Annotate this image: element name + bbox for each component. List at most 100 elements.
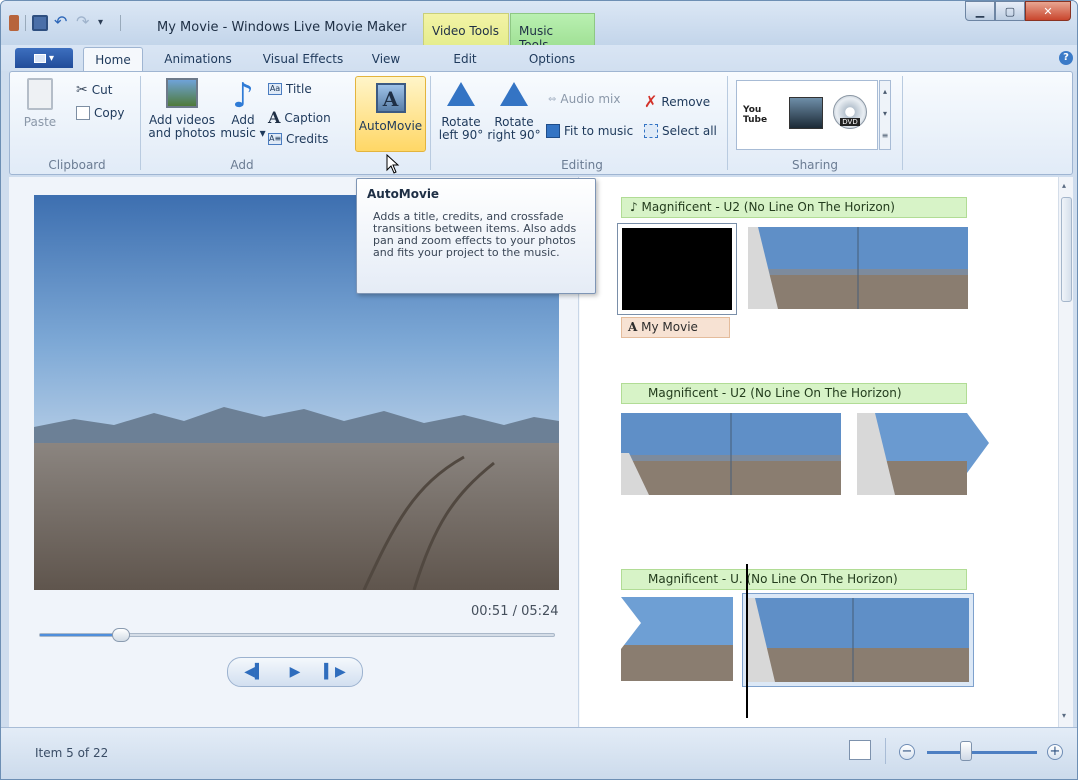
tab-animations[interactable]: Animations [156,47,240,71]
add-music-label-2: music ▾ [220,126,266,140]
tab-edit[interactable]: Edit [437,47,493,71]
automovie-button[interactable]: A AutoMovie [355,76,426,152]
scrollbar-thumb[interactable] [1061,197,1072,302]
minimize-button[interactable]: ▁ [965,1,995,21]
maximize-button[interactable]: ▢ [995,1,1025,21]
seek-bar-thumb[interactable] [112,628,130,642]
editing-group-label: Editing [561,158,603,172]
music-track-bar[interactable]: Magnificent - U. (No Line On The Horizon… [621,569,967,590]
video-clip[interactable] [621,413,841,495]
youtube-label: You Tube [743,105,781,125]
storyboard-view-icon[interactable] [849,740,871,760]
playback-controls: ◀▍ ▶ ▍▶ [227,657,363,687]
add-videos-label-2: and photos [148,126,216,140]
caption-bar[interactable]: A My Movie [621,317,730,338]
seek-bar[interactable] [39,628,555,642]
quick-access-toolbar: ↶ ↷ ▾ [9,14,121,31]
copy-button[interactable]: Copy [76,106,124,120]
help-icon[interactable]: ? [1059,51,1073,65]
remove-button[interactable]: ✗ Remove [644,92,710,111]
tooltip-body: Adds a title, credits, and crossfade tra… [373,210,577,259]
desert-thumbnail [621,597,733,681]
dvd-icon[interactable]: DVD [833,95,867,129]
dvd-label: DVD [840,118,860,126]
select-all-icon [644,124,658,138]
zoom-out-button[interactable]: − [899,744,915,760]
tab-options[interactable]: Options [513,47,591,71]
caption-button[interactable]: A Caption [268,108,331,127]
music-track-bar[interactable]: Magnificent - U2 (No Line On The Horizon… [621,383,967,404]
copy-icon [76,106,90,120]
gallery-scroll-buttons[interactable]: ▴ ▾ ≡ [879,80,891,150]
zoom-slider-thumb[interactable] [959,741,972,761]
paste-button[interactable]: Paste [18,78,62,129]
paste-label: Paste [23,115,57,129]
youtube-icon[interactable]: You Tube [743,105,781,125]
video-clip[interactable] [748,227,968,309]
title-icon: Aa [268,83,282,95]
customize-toolbar-icon[interactable]: ▾ [98,15,114,31]
music-track-bar[interactable]: ♪ Magnificent - U2 (No Line On The Horiz… [621,197,967,218]
next-frame-button[interactable]: ▍▶ [318,661,352,683]
add-music-button[interactable]: ♪ Add music ▾ [220,78,266,140]
remove-icon: ✗ [644,92,658,111]
desert-thumbnail [621,413,841,495]
tab-visual-effects[interactable]: Visual Effects [253,47,353,71]
music-tools-context: Music Tools [510,13,595,52]
save-icon[interactable] [32,15,48,31]
rotate-left-label-2: left 90° [438,128,484,142]
rotate-right-button[interactable]: Rotate right 90° [487,78,541,142]
window-controls: ▁ ▢ ✕ [965,1,1071,21]
storyboard-scrollbar[interactable]: ▴ ▾ [1058,177,1073,727]
tooltip-title: AutoMovie [367,187,440,201]
credits-button[interactable]: A≡ Credits [268,132,328,146]
audio-mix-button[interactable]: ⇔ Audio mix [548,92,620,106]
seek-bar-progress [40,634,121,636]
undo-icon[interactable]: ↶ [54,14,70,31]
previous-frame-button[interactable]: ◀▍ [238,661,272,683]
caption-label: Caption [284,110,331,125]
tab-view[interactable]: View [361,47,411,71]
clipboard-group-label: Clipboard [48,158,106,172]
fit-to-music-button[interactable]: Fit to music [546,124,633,138]
caption-icon: A [268,108,281,127]
play-button[interactable]: ▶ [278,661,312,683]
scroll-down-icon[interactable]: ▾ [1062,711,1066,720]
ribbon-tabs: ▾ Home Animations Visual Effects View Ed… [1,45,1077,71]
automovie-label: AutoMovie [358,119,423,133]
zoom-slider[interactable] [927,751,1037,754]
device-icon[interactable] [789,97,823,129]
audio-mix-label: Audio mix [560,92,621,106]
film-icon[interactable] [9,15,19,31]
title-button[interactable]: Aa Title [268,82,312,96]
copy-label: Copy [94,106,125,120]
app-menu-button[interactable]: ▾ [15,48,73,68]
status-bar: Item 5 of 22 − + [1,727,1077,779]
next-frame-icon: ▍▶ [324,664,346,680]
rotate-left-icon [447,82,475,106]
selected-video-clip[interactable] [742,593,974,687]
chevron-down-icon: ▾ [48,52,55,64]
storyboard: ♪ Magnificent - U2 (No Line On The Horiz… [580,177,1058,727]
cut-button[interactable]: ✂ Cut [76,82,112,98]
separator [885,738,886,764]
title-clip[interactable] [617,223,737,315]
select-all-button[interactable]: Select all [644,124,717,138]
add-videos-photos-button[interactable]: Add videos and photos [144,78,220,140]
close-button[interactable]: ✕ [1025,1,1071,21]
title-bar: ↶ ↷ ▾ My Movie - Windows Live Movie Make… [1,1,1077,52]
redo-icon[interactable]: ↷ [76,14,92,31]
video-tools-context: Video Tools [423,13,509,45]
menu-icon [33,53,46,63]
group-separator [430,76,431,170]
zoom-in-button[interactable]: + [1047,744,1063,760]
tab-home[interactable]: Home [83,47,143,71]
scroll-up-icon[interactable]: ▴ [1062,181,1066,190]
mouse-pointer-icon [386,154,400,174]
rotate-left-button[interactable]: Rotate left 90° [438,78,484,142]
playhead-caret[interactable] [746,564,748,718]
group-separator [902,76,903,170]
video-clip[interactable] [857,413,989,495]
video-clip[interactable] [621,597,733,681]
window-title: My Movie - Windows Live Movie Maker [157,20,407,35]
